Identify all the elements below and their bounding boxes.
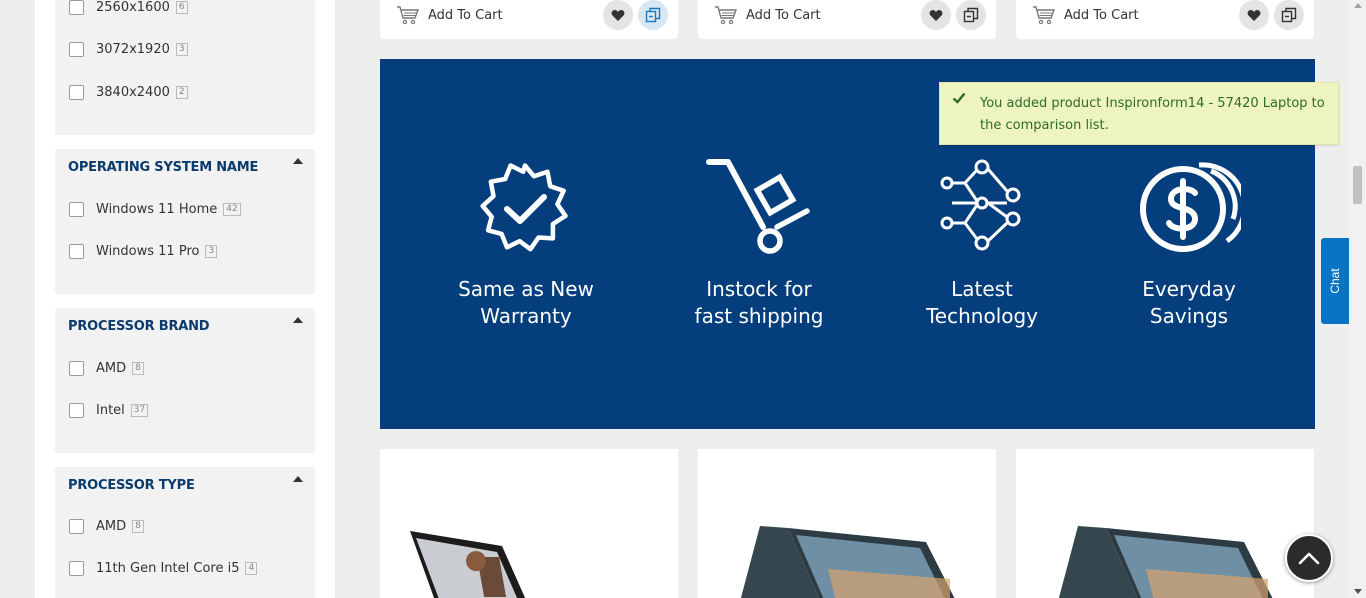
filter-group-processor-type: PROCESSOR TYPE AMD 8 11th Gen Intel Core… [55,467,315,598]
heart-icon [611,9,625,21]
product-card[interactable] [380,449,678,598]
filter-option[interactable]: 2560x1600 6 [69,0,188,17]
add-to-cart-label: Add To Cart [746,7,821,23]
filter-group-title[interactable]: OPERATING SYSTEM NAME [68,160,258,175]
filter-group-title[interactable]: PROCESSOR BRAND [68,319,210,334]
feature-label: Everyday Savings [1142,277,1236,328]
filter-option-label: Windows 11 Pro [96,243,200,259]
product-image[interactable] [1016,449,1314,598]
checkbox[interactable] [69,201,84,217]
filter-option-count: 6 [175,0,188,14]
checkbox[interactable] [69,402,84,418]
compare-icon [645,7,661,23]
feature-label: Same as New Warranty [458,277,594,328]
filter-option-count: 8 [132,519,144,533]
chat-label: Chat [1328,268,1342,294]
checkbox[interactable] [69,41,84,57]
filter-option[interactable]: Windows 11 Home 42 [69,199,241,219]
filter-option-label: Windows 11 Home [96,201,218,217]
compare-icon [963,7,979,23]
filter-option[interactable]: Intel 37 [69,400,149,420]
chat-button[interactable]: Chat [1321,238,1349,324]
filter-option-label: 3840x2400 [96,84,170,100]
filter-option-count: 2 [175,85,188,99]
add-to-cart-button[interactable]: Add To Cart [1032,5,1139,25]
filter-option-label: Intel [96,402,125,418]
add-to-cart-label: Add To Cart [428,7,503,23]
checkbox[interactable] [69,360,84,376]
scrollbar-thumb[interactable] [1353,166,1362,204]
vertical-scrollbar[interactable] [1349,0,1366,598]
product-card: Add To Cart [1016,0,1314,39]
filter-option[interactable]: AMD 8 [69,516,144,536]
filter-sidebar: 2560x1600 6 3072x1920 3 3840x2400 2 OPER… [35,0,335,598]
heart-icon [1247,9,1261,21]
wishlist-button[interactable] [921,0,951,30]
product-card: Add To Cart [698,0,996,39]
add-to-cart-button[interactable]: Add To Cart [396,5,503,25]
scroll-down-arrow-icon[interactable] [1354,589,1362,594]
wishlist-button[interactable] [603,0,633,30]
check-icon [952,92,966,104]
collapse-arrow-icon[interactable] [293,158,303,164]
filter-option-count: 3 [175,42,188,56]
filter-option[interactable]: AMD 8 [69,358,144,378]
compare-button[interactable] [638,0,668,30]
filter-group-title[interactable]: PROCESSOR TYPE [68,478,195,493]
checkbox[interactable] [69,518,84,534]
checkbox[interactable] [69,243,84,259]
compare-icon [1281,7,1297,23]
product-card[interactable] [1016,449,1314,598]
cart-icon [1033,6,1056,25]
filter-option-label: 3072x1920 [96,41,170,57]
filter-option-label: 2560x1600 [96,0,170,15]
filter-option-label: 11th Gen Intel Core i5 [96,560,240,576]
heart-icon [929,9,943,21]
wishlist-button[interactable] [1239,0,1269,30]
filter-option[interactable]: Windows 11 Pro 3 [69,241,218,261]
badge-check-icon [480,163,568,252]
checkbox[interactable] [69,0,84,15]
collapse-arrow-icon[interactable] [293,476,303,482]
filter-option-count: 37 [130,403,149,417]
product-card: Add To Cart [380,0,678,39]
collapse-arrow-icon[interactable] [293,317,303,323]
compare-button[interactable] [956,0,986,30]
network-icon [940,159,1021,251]
hand-truck-icon [706,159,810,254]
add-to-cart-label: Add To Cart [1064,7,1139,23]
filter-option[interactable]: 3840x2400 2 [69,82,188,102]
chevron-up-icon [1298,552,1320,565]
product-image[interactable] [698,449,996,598]
filter-option[interactable]: 3072x1920 3 [69,39,188,59]
compare-button[interactable] [1274,0,1304,30]
checkbox[interactable] [69,560,84,576]
add-to-cart-button[interactable]: Add To Cart [714,5,821,25]
filter-option[interactable]: 11th Gen Intel Core i5 4 [69,558,258,578]
dollar-coins-icon [1140,162,1241,252]
filter-option-count: 3 [205,244,218,258]
filter-option-count: 4 [245,561,258,575]
scroll-up-arrow-icon[interactable] [1354,3,1362,8]
filter-option-label: AMD [96,518,127,534]
success-message: You added product Inspironform14 - 57420… [939,82,1339,145]
cart-icon [397,6,420,25]
feature-label: Instock for fast shipping [694,277,824,328]
filter-option-count: 42 [223,202,241,216]
filter-group-resolution: 2560x1600 6 3072x1920 3 3840x2400 2 [55,0,315,135]
filter-option-count: 8 [132,361,144,375]
back-to-top-button[interactable] [1285,534,1333,582]
filter-option-label: AMD [96,360,127,376]
product-card[interactable] [698,449,996,598]
feature-label: Latest Technology [925,277,1039,328]
product-image[interactable] [380,449,678,598]
checkbox[interactable] [69,84,84,100]
cart-icon [715,6,738,25]
filter-group-processor-brand: PROCESSOR BRAND AMD 8 Intel 37 [55,308,315,453]
success-message-text: You added product Inspironform14 - 57420… [980,96,1325,133]
filter-group-operating-system: OPERATING SYSTEM NAME Windows 11 Home 42… [55,149,315,294]
